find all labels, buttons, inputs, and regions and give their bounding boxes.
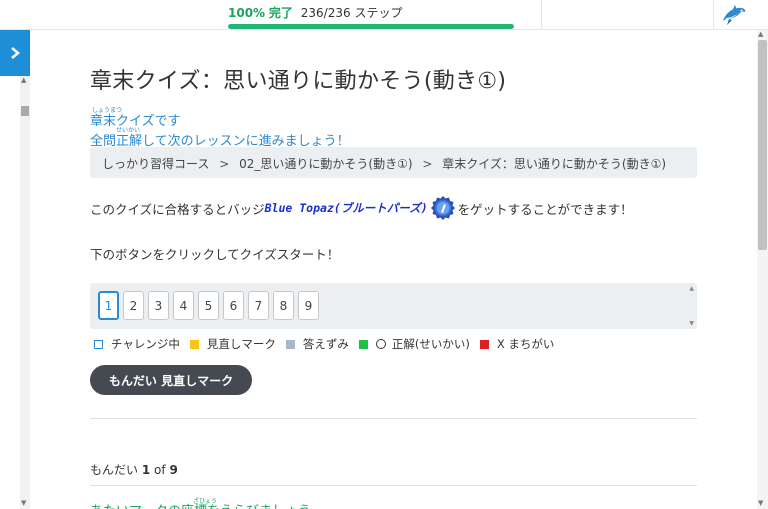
top-divider: [713, 0, 714, 30]
legend-label: 正解(せいかい): [391, 337, 470, 351]
progress-fill: [228, 24, 514, 29]
progress-count: 236/236: [300, 6, 351, 20]
counter-total: 9: [169, 463, 178, 477]
badge-info: このクイズに合格するとバッジ Blue Topaz(ブルートパーズ) をゲットす…: [90, 195, 633, 221]
progress-bar: [228, 24, 514, 29]
scroll-down-arrow-icon[interactable]: ▼: [758, 499, 763, 507]
breadcrumb: しっかり習得コース > 02_思い通りに動かそう(動き①) > 章末クイズ：思い…: [90, 147, 697, 178]
breadcrumb-item-course[interactable]: しっかり習得コース: [102, 157, 209, 171]
scroll-down-arrow-icon[interactable]: ▼: [689, 320, 694, 327]
chevron-right-icon: [11, 47, 20, 59]
status-legend: チャレンジ中 見直しマーク 答えずみ 正解(せいかい) X まちがい: [94, 336, 564, 352]
legend-label: チャレンジ中: [111, 337, 180, 351]
progress-section: 100% 完了 236/236 ステップ: [228, 4, 514, 29]
breadcrumb-separator: >: [219, 157, 230, 171]
color-square-icon: [189, 339, 199, 349]
question-number-button[interactable]: 3: [148, 291, 169, 320]
question-number-button[interactable]: 1: [98, 291, 119, 320]
question-navigator: 123456789 ▲ ▼: [90, 283, 697, 329]
blue-topaz-badge-icon: [430, 196, 455, 220]
progress-done-label: 完了: [268, 6, 293, 20]
scroll-up-arrow-icon[interactable]: ▲: [689, 285, 694, 292]
badge-name: Blue Topaz(ブルートパーズ): [264, 201, 428, 215]
progress-unit: ステップ: [354, 6, 403, 20]
breadcrumb-item-current: 章末クイズ：思い通りに動かそう(動き①): [442, 157, 667, 171]
question-counter: もんだい 1 of 9: [90, 461, 178, 478]
counter-prefix: もんだい: [90, 463, 139, 477]
page-scroll-thumb[interactable]: [758, 40, 767, 250]
legend-item: 答えずみ: [285, 336, 349, 352]
divider: [90, 485, 697, 486]
color-square-icon: [285, 339, 295, 349]
page-scrollbar[interactable]: ▲ ▼: [757, 30, 768, 509]
question-number-button[interactable]: 4: [173, 291, 194, 320]
counter-of: of: [154, 463, 166, 477]
legend-item: X まちがい: [479, 336, 555, 352]
top-bar: 100% 完了 236/236 ステップ: [0, 0, 768, 30]
legend-label: 見直しマーク: [206, 337, 276, 351]
legend-item: チャレンジ中: [94, 336, 180, 352]
question-number-button[interactable]: 7: [248, 291, 269, 320]
legend-item: 見直しマーク: [189, 336, 276, 352]
scroll-down-arrow-icon[interactable]: ▼: [21, 499, 26, 507]
progress-percent: 100%: [228, 6, 266, 20]
challenging-square-icon: [94, 339, 103, 349]
scroll-up-arrow-icon[interactable]: ▲: [758, 30, 763, 38]
main-content: 章末クイズ：思い通りに動かそう(動き①) しょうまつ 章末クイズです せいかい …: [30, 30, 757, 509]
start-instruction: 下のボタンをクリックしてクイズスタート！: [90, 247, 340, 262]
review-mark-button[interactable]: もんだい 見直しマーク: [90, 365, 252, 395]
circle-icon: [375, 339, 386, 349]
badge-prefix-text: このクイズに合格するとバッジ: [90, 201, 265, 217]
divider: [90, 418, 697, 419]
breadcrumb-separator: >: [422, 157, 433, 171]
badge-suffix-text: をゲットすることができます！: [457, 201, 633, 217]
sidebar-scroll-thumb[interactable]: [21, 106, 29, 116]
sidebar-scrollbar[interactable]: ▲ ▼: [20, 76, 30, 509]
question-number-button[interactable]: 2: [123, 291, 144, 320]
page-title: 章末クイズ：思い通りに動かそう(動き①): [90, 69, 507, 94]
dolphin-mascot-icon[interactable]: [720, 2, 748, 28]
legend-label: X まちがい: [496, 337, 555, 351]
question-number-button[interactable]: 9: [298, 291, 319, 320]
breadcrumb-item-chapter[interactable]: 02_思い通りに動かそう(動き①): [239, 157, 412, 171]
question-number-button[interactable]: 5: [198, 291, 219, 320]
counter-current: 1: [141, 463, 151, 477]
color-square-icon: [479, 339, 489, 349]
scroll-up-arrow-icon[interactable]: ▲: [21, 76, 26, 84]
question-heading: あたいマークの座標をえらびましょう: [90, 500, 311, 509]
color-square-icon: [358, 339, 368, 349]
sidebar-toggle-button[interactable]: [0, 30, 30, 76]
legend-label: 答えずみ: [302, 337, 349, 351]
legend-item: 正解(せいかい): [358, 336, 470, 352]
question-number-list: 123456789: [98, 291, 319, 320]
question-number-button[interactable]: 6: [223, 291, 244, 320]
progress-text: 100% 完了 236/236 ステップ: [228, 4, 514, 21]
top-divider: [541, 0, 542, 30]
question-number-button[interactable]: 8: [273, 291, 294, 320]
